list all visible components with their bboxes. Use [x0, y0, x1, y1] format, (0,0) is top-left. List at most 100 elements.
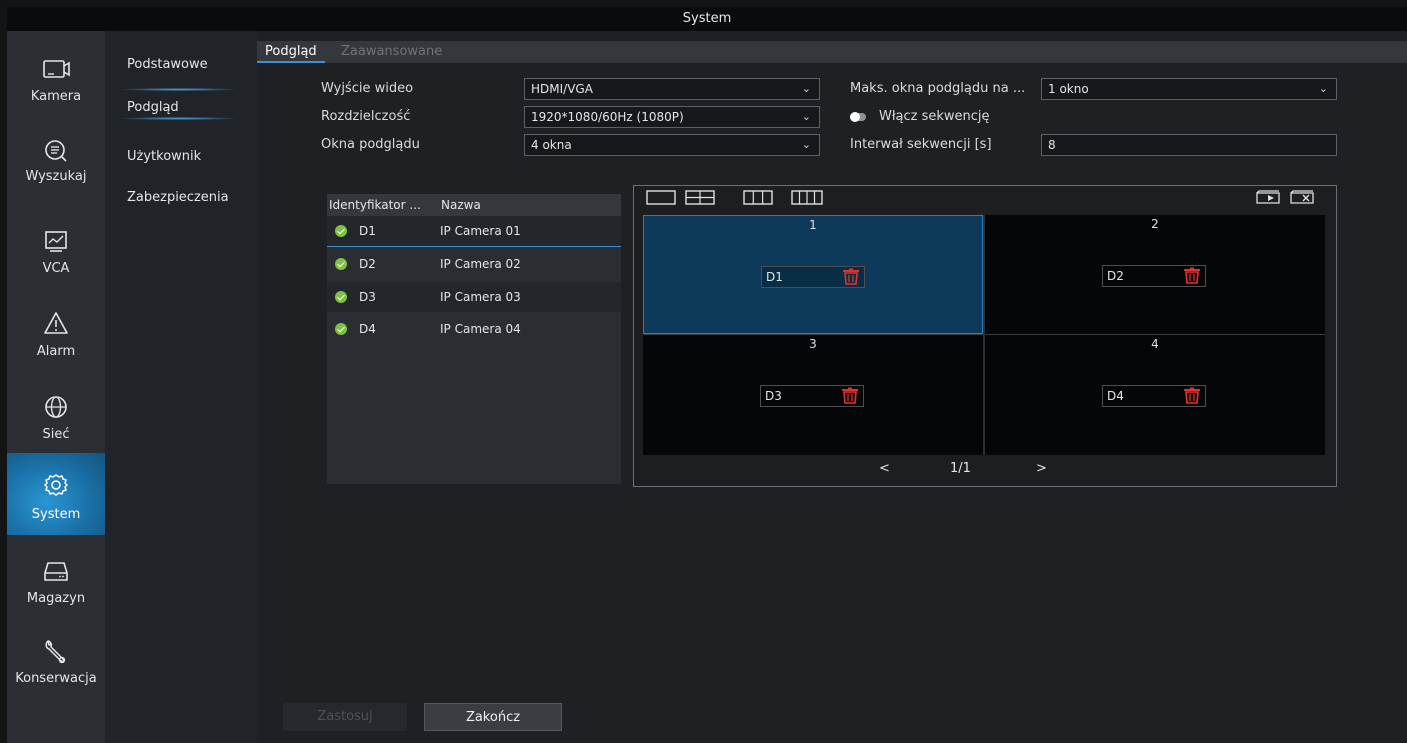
next-page-button[interactable]: > — [1036, 461, 1047, 476]
cell-camera-id: D3 — [765, 389, 782, 403]
alarm-icon — [44, 312, 68, 334]
cell-camera-label: D2 — [1102, 265, 1206, 287]
chevron-down-icon: ⌄ — [801, 138, 811, 151]
layout-4-icon[interactable] — [685, 190, 715, 205]
nav-item-magazyn[interactable]: Magazyn — [7, 543, 105, 623]
tab-zaawansowane[interactable]: Zaawansowane — [341, 41, 442, 63]
toggle-knob — [850, 112, 860, 122]
camera-row[interactable]: D3 IP Camera 03 — [327, 282, 621, 312]
sequence-interval-input[interactable]: 8 — [1041, 134, 1337, 156]
gear-icon — [44, 474, 68, 496]
preview-actions — [1256, 190, 1314, 204]
cell-camera-id: D4 — [1107, 389, 1124, 403]
nav-label: VCA — [42, 261, 70, 276]
nav-item-konserwacja[interactable]: Konserwacja — [7, 623, 105, 703]
nav-item-kamera[interactable]: Kamera — [7, 41, 105, 121]
cell-camera-label: D1 — [761, 266, 865, 288]
resolution-value: 1920*1080/60Hz (1080P) — [531, 110, 684, 124]
preview-windows-value: 4 okna — [531, 138, 572, 152]
preview-cell[interactable]: 3 D3 — [643, 335, 983, 454]
video-output-value: HDMI/VGA — [531, 82, 593, 96]
nav-item-vca[interactable]: VCA — [7, 213, 105, 293]
column-header-id[interactable]: Identyfikator ... — [329, 194, 421, 216]
preview-cell[interactable]: 1 D1 — [643, 215, 983, 334]
vca-icon — [45, 231, 67, 252]
submenu-item-zabezpieczenia[interactable]: Zabezpieczenia — [127, 190, 229, 205]
preview-windows-select[interactable]: 4 okna ⌄ — [524, 134, 820, 156]
nav-label: Alarm — [36, 344, 76, 359]
layout-4col-icon[interactable] — [791, 190, 823, 205]
cell-number: 3 — [809, 337, 817, 351]
camera-row[interactable]: D1 IP Camera 01 — [327, 216, 621, 247]
nav-label: Kamera — [30, 89, 82, 104]
resolution-label: Rozdzielczość — [321, 109, 411, 124]
nav-item-system[interactable]: System — [7, 453, 105, 535]
nav-label: Magazyn — [26, 591, 86, 606]
nav-label: Wyszukaj — [25, 169, 87, 184]
submenu-active-indicator-bottom — [123, 117, 235, 120]
sequence-interval-label: Interwał sekwencji [s] — [850, 137, 992, 152]
cell-camera-label: D3 — [760, 385, 864, 407]
delete-icon[interactable] — [1182, 387, 1202, 405]
preview-grid: 1 D1 2 D2 3 D3 4 D4 — [643, 215, 1325, 455]
submenu-item-podstawowe[interactable]: Podstawowe — [127, 57, 208, 72]
nav-item-wyszukaj[interactable]: Wyszukaj — [7, 123, 105, 203]
cell-camera-label: D4 — [1102, 385, 1206, 407]
prev-page-button[interactable]: < — [879, 461, 890, 476]
delete-icon[interactable] — [841, 268, 861, 286]
max-windows-select[interactable]: 1 okno ⌄ — [1041, 78, 1337, 100]
online-check-icon — [335, 225, 347, 237]
submenu-item-uzytkownik[interactable]: Użytkownik — [127, 149, 201, 164]
camera-name: IP Camera 01 — [440, 224, 521, 238]
video-output-label: Wyjście wideo — [321, 81, 414, 96]
start-sequence-icon[interactable] — [1256, 190, 1280, 204]
nav-item-siec[interactable]: Sieć — [7, 379, 105, 459]
camera-name: IP Camera 03 — [440, 290, 521, 304]
submenu-item-podglad[interactable]: Podgląd — [127, 100, 179, 115]
cell-number: 4 — [1151, 337, 1159, 351]
apply-button[interactable]: Zastosuj — [283, 703, 407, 731]
cell-number: 2 — [1151, 217, 1159, 231]
layout-3-icon[interactable] — [743, 190, 773, 205]
layout-1-icon[interactable] — [646, 190, 676, 205]
nav-label: Sieć — [42, 427, 70, 442]
column-header-name[interactable]: Nazwa — [441, 194, 481, 216]
max-windows-label: Maks. okna podglądu na ... — [850, 81, 1026, 96]
camera-row[interactable]: D4 IP Camera 04 — [327, 314, 621, 344]
page-indicator: 1/1 — [950, 461, 971, 476]
layout-toolbar — [646, 190, 823, 205]
preview-cell[interactable]: 4 D4 — [985, 335, 1325, 454]
video-output-select[interactable]: HDMI/VGA ⌄ — [524, 78, 820, 100]
preview-cell[interactable]: 2 D2 — [985, 215, 1325, 334]
storage-icon — [44, 562, 68, 581]
search-icon — [45, 140, 67, 162]
delete-icon[interactable] — [1182, 267, 1202, 285]
tab-podglad[interactable]: Podgląd — [257, 41, 325, 63]
camera-name: IP Camera 04 — [440, 322, 521, 336]
wrench-icon — [45, 640, 66, 664]
main-content: Podgląd Zaawansowane Wyjście wideo HDMI/… — [257, 31, 1407, 743]
max-windows-value: 1 okno — [1048, 82, 1089, 96]
camera-id: D4 — [359, 322, 376, 336]
camera-row[interactable]: D2 IP Camera 02 — [327, 249, 621, 279]
delete-icon[interactable] — [840, 387, 860, 405]
clear-all-icon[interactable] — [1290, 190, 1314, 204]
camera-id: D1 — [359, 224, 376, 238]
nav-item-alarm[interactable]: Alarm — [7, 296, 105, 376]
preview-windows-label: Okna podglądu — [321, 137, 420, 152]
sequence-toggle[interactable] — [850, 112, 866, 122]
tab-bar: Podgląd Zaawansowane — [257, 41, 1407, 63]
cell-camera-id: D2 — [1107, 269, 1124, 283]
submenu-active-indicator-top — [123, 88, 235, 91]
camera-id: D2 — [359, 257, 376, 271]
resolution-select[interactable]: 1920*1080/60Hz (1080P) ⌄ — [524, 106, 820, 128]
camera-list-header: Identyfikator ... Nazwa — [327, 194, 621, 217]
preview-layout-panel: 1 D1 2 D2 3 D3 4 D4 < 1/1 > — [633, 185, 1337, 487]
cell-camera-id: D1 — [766, 270, 783, 284]
app-window: System Kamera Wyszukaj VCA Alarm Sieć Sy… — [7, 7, 1407, 743]
chevron-down-icon: ⌄ — [801, 110, 811, 123]
online-check-icon — [335, 258, 347, 270]
finish-button[interactable]: Zakończ — [424, 703, 562, 731]
window-title: System — [7, 7, 1407, 31]
network-icon — [45, 396, 67, 418]
